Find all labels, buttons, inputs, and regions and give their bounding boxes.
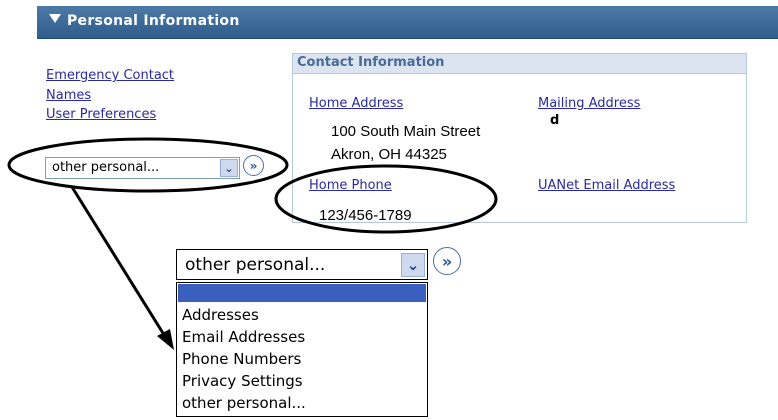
annotation-arrowhead (157, 329, 174, 350)
annotation-ellipse-phone (274, 164, 498, 234)
annotation-ellipse-select (7, 137, 289, 193)
annotation-overlay (7, 137, 498, 350)
annotation-arrow-line (70, 186, 168, 339)
